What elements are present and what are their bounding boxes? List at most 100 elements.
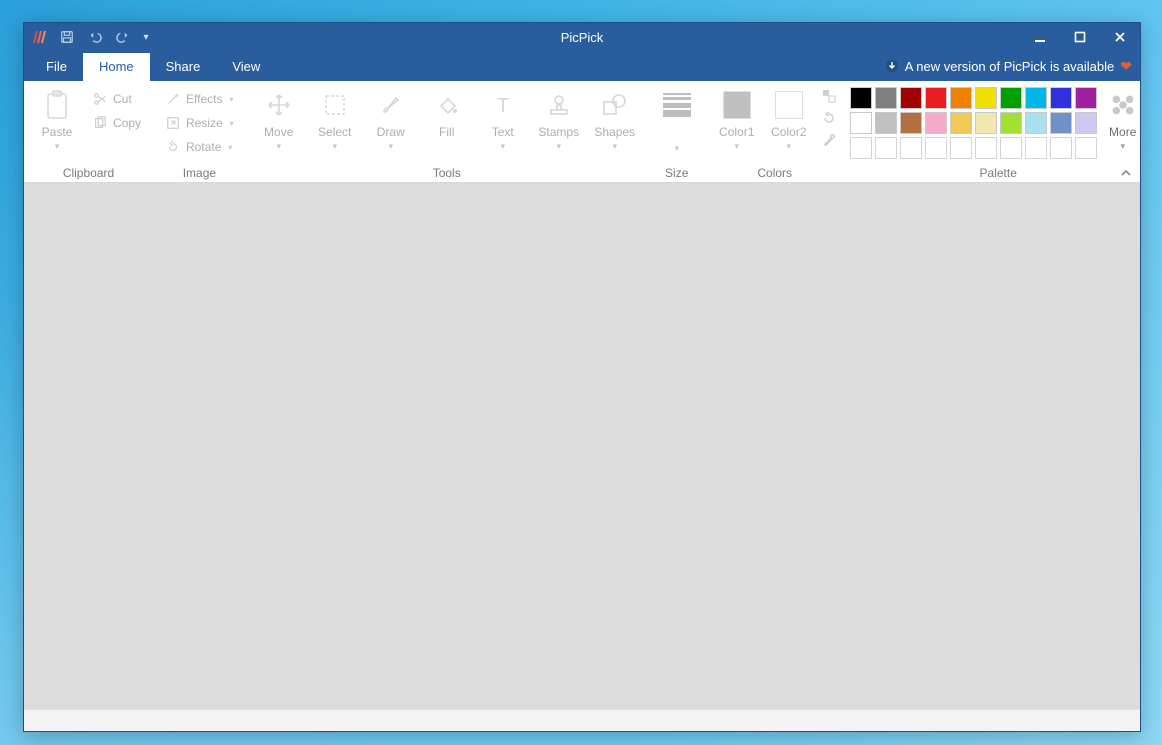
palette-swatch[interactable] — [1025, 137, 1047, 159]
minimize-button[interactable] — [1020, 23, 1060, 51]
app-title: PicPick — [24, 30, 1140, 45]
palette-swatch[interactable] — [850, 137, 872, 159]
palette-swatch[interactable] — [950, 137, 972, 159]
palette-swatch[interactable] — [1025, 87, 1047, 109]
chevron-down-icon: ▾ — [229, 95, 233, 104]
palette-swatch[interactable] — [1075, 112, 1097, 134]
shapes-tool-button[interactable]: Shapes ▾ — [588, 85, 642, 152]
palette-swatch[interactable] — [900, 112, 922, 134]
palette-swatch[interactable] — [1050, 137, 1072, 159]
scissors-icon — [92, 91, 108, 107]
palette-swatch[interactable] — [875, 112, 897, 134]
chevron-down-icon: ▾ — [612, 141, 617, 152]
palette-grid — [850, 85, 1097, 159]
palette-swatch[interactable] — [850, 112, 872, 134]
group-tools: Move ▾ Select ▾ Draw ▾ — [246, 81, 648, 182]
palette-swatch[interactable] — [950, 87, 972, 109]
tab-file[interactable]: File — [30, 53, 83, 81]
more-colors-icon — [1107, 89, 1139, 121]
palette-swatch[interactable] — [900, 137, 922, 159]
palette-swatch[interactable] — [1050, 87, 1072, 109]
select-tool-button[interactable]: Select ▾ — [308, 85, 362, 152]
paste-button[interactable]: Paste ▾ — [30, 85, 84, 152]
copy-icon — [92, 115, 108, 131]
bucket-icon — [431, 89, 463, 121]
tab-view[interactable]: View — [216, 53, 276, 81]
heart-icon: ❤ — [1120, 58, 1132, 75]
draw-tool-button[interactable]: Draw ▾ — [364, 85, 418, 152]
swap-colors-icon[interactable] — [820, 87, 838, 105]
palette-more-button[interactable]: More ▾ — [1099, 85, 1147, 152]
palette-swatch[interactable] — [1000, 137, 1022, 159]
update-available-banner[interactable]: A new version of PicPick is available ❤ — [885, 51, 1140, 81]
qat-customize-icon[interactable]: ▾ — [142, 28, 150, 46]
maximize-button[interactable] — [1060, 23, 1100, 51]
palette-swatch[interactable] — [1075, 87, 1097, 109]
move-tool-button[interactable]: Move ▾ — [252, 85, 306, 152]
app-logo-icon — [30, 28, 48, 46]
palette-swatch[interactable] — [900, 87, 922, 109]
group-colors: Color1 ▾ Color2 ▾ — [706, 81, 844, 182]
chevron-down-icon: ▾ — [734, 141, 739, 152]
palette-swatch[interactable] — [925, 87, 947, 109]
palette-swatch[interactable] — [925, 137, 947, 159]
group-size: ▾ Size — [648, 81, 706, 182]
select-icon — [319, 89, 351, 121]
group-clipboard: Paste ▾ Cut Copy — [24, 81, 153, 182]
color1-button[interactable]: Color1 ▾ — [712, 85, 762, 152]
qat-save-icon[interactable] — [58, 28, 76, 46]
palette-swatch[interactable] — [975, 112, 997, 134]
window-controls — [1020, 23, 1140, 51]
svg-text:T: T — [497, 95, 509, 117]
palette-swatch[interactable] — [975, 137, 997, 159]
palette-swatch[interactable] — [1000, 112, 1022, 134]
group-image: Effects ▾ Resize ▾ Rotate — [153, 81, 246, 182]
palette-swatch[interactable] — [950, 112, 972, 134]
canvas-workspace[interactable] — [24, 183, 1140, 709]
resize-button[interactable]: Resize ▾ — [159, 111, 240, 135]
close-button[interactable] — [1100, 23, 1140, 51]
move-icon — [263, 89, 295, 121]
palette-swatch[interactable] — [975, 87, 997, 109]
ribbon: Paste ▾ Cut Copy — [24, 81, 1140, 183]
text-tool-button[interactable]: T Text ▾ — [476, 85, 530, 152]
group-label-palette: Palette — [980, 164, 1017, 182]
stamps-tool-button[interactable]: Stamps ▾ — [532, 85, 586, 152]
palette-swatch[interactable] — [1050, 112, 1072, 134]
stamp-icon — [543, 89, 575, 121]
line-size-button[interactable]: ▾ — [654, 85, 700, 154]
chevron-down-icon: ▾ — [500, 141, 505, 152]
text-icon: T — [487, 89, 519, 121]
palette-swatch[interactable] — [850, 87, 872, 109]
palette-swatch[interactable] — [1000, 87, 1022, 109]
brush-icon — [375, 89, 407, 121]
fill-tool-button[interactable]: Fill — [420, 85, 474, 139]
palette-swatch[interactable] — [1025, 112, 1047, 134]
collapse-ribbon-button[interactable] — [1120, 168, 1132, 178]
effects-button[interactable]: Effects ▾ — [159, 87, 240, 111]
eyedropper-icon[interactable] — [820, 131, 838, 149]
qat-redo-icon[interactable] — [114, 28, 132, 46]
rotate-button[interactable]: Rotate ▾ — [159, 135, 240, 159]
tab-home[interactable]: Home — [83, 53, 150, 81]
chevron-down-icon: ▾ — [556, 141, 561, 152]
group-label-size: Size — [665, 164, 688, 182]
title-bar[interactable]: ▾ PicPick — [24, 23, 1140, 51]
app-window: ▾ PicPick File Home Share View A new ver… — [23, 22, 1141, 732]
palette-swatch[interactable] — [1075, 137, 1097, 159]
reset-colors-icon[interactable] — [820, 109, 838, 127]
group-palette: More ▾ Palette — [844, 81, 1153, 182]
palette-swatch[interactable] — [925, 112, 947, 134]
tab-share[interactable]: Share — [150, 53, 217, 81]
shapes-icon — [599, 89, 631, 121]
palette-swatch[interactable] — [875, 137, 897, 159]
qat-undo-icon[interactable] — [86, 28, 104, 46]
copy-button[interactable]: Copy — [86, 111, 147, 135]
group-label-image: Image — [183, 164, 216, 182]
color2-button[interactable]: Color2 ▾ — [764, 85, 814, 152]
status-bar — [24, 709, 1140, 731]
cut-button[interactable]: Cut — [86, 87, 147, 111]
quick-access-toolbar: ▾ — [58, 28, 150, 46]
update-available-text: A new version of PicPick is available — [905, 59, 1115, 74]
palette-swatch[interactable] — [875, 87, 897, 109]
